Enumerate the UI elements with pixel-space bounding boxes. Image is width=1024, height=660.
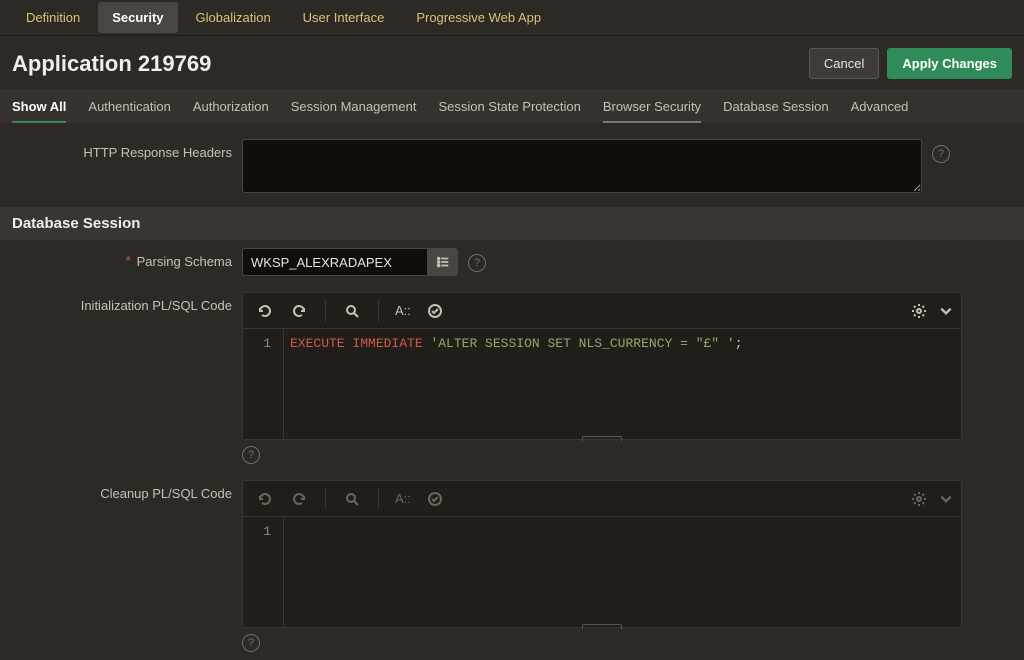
separator <box>325 300 326 322</box>
editor-toolbar: A:: <box>243 481 961 517</box>
subtab-browser-security[interactable]: Browser Security <box>603 91 701 122</box>
row-parsing-schema: Parsing Schema ? <box>0 240 1024 284</box>
help-icon[interactable]: ? <box>468 254 486 272</box>
parsing-schema-lov-button[interactable] <box>428 248 458 276</box>
chevron-down-icon <box>939 491 953 507</box>
help-icon[interactable]: ? <box>242 446 260 464</box>
subtab-session-state-protection[interactable]: Session State Protection <box>438 91 580 122</box>
text-size-button[interactable]: A:: <box>391 491 415 506</box>
redo-button[interactable] <box>285 485 313 513</box>
cleanup-code-editor[interactable]: A:: 1 <box>242 480 962 628</box>
code-area[interactable]: 1 <box>243 517 961 627</box>
chevron-down-icon <box>939 303 953 319</box>
apply-changes-button[interactable]: Apply Changes <box>887 48 1012 79</box>
code-text[interactable] <box>283 517 961 627</box>
code-text[interactable]: EXECUTE IMMEDIATE 'ALTER SESSION SET NLS… <box>283 329 961 439</box>
subtab-session-management[interactable]: Session Management <box>291 91 417 122</box>
subtab-authorization[interactable]: Authorization <box>193 91 269 122</box>
search-button[interactable] <box>338 297 366 325</box>
section-database-session: Database Session <box>0 207 1024 240</box>
code-area[interactable]: 1 EXECUTE IMMEDIATE 'ALTER SESSION SET N… <box>243 329 961 439</box>
separator <box>378 488 379 510</box>
search-button[interactable] <box>338 485 366 513</box>
label-http-response-headers: HTTP Response Headers <box>12 139 232 160</box>
check-circle-icon <box>427 491 443 507</box>
help-icon[interactable]: ? <box>932 145 950 163</box>
redo-icon <box>291 491 307 507</box>
gear-icon <box>911 303 927 319</box>
settings-button[interactable] <box>905 297 933 325</box>
page-header: Application 219769 Cancel Apply Changes <box>0 36 1024 89</box>
cancel-button[interactable]: Cancel <box>809 48 879 79</box>
top-tabs: Definition Security Globalization User I… <box>0 0 1024 36</box>
undo-icon <box>257 491 273 507</box>
sub-tabs: Show All Authentication Authorization Se… <box>0 89 1024 123</box>
label-cleanup-plsql: Cleanup PL/SQL Code <box>12 480 232 501</box>
settings-chevron[interactable] <box>939 297 953 325</box>
validate-button[interactable] <box>421 297 449 325</box>
search-icon <box>344 303 360 319</box>
validate-button[interactable] <box>421 485 449 513</box>
parsing-schema-combo <box>242 248 458 276</box>
tab-definition[interactable]: Definition <box>12 2 94 33</box>
check-circle-icon <box>427 303 443 319</box>
subtab-database-session[interactable]: Database Session <box>723 91 829 122</box>
row-init-plsql: Initialization PL/SQL Code A:: 1 <box>0 284 1024 472</box>
list-icon <box>436 255 450 269</box>
text-size-button[interactable]: A:: <box>391 303 415 318</box>
undo-icon <box>257 303 273 319</box>
tab-security[interactable]: Security <box>98 2 177 33</box>
http-response-headers-input[interactable] <box>242 139 922 193</box>
undo-button[interactable] <box>251 297 279 325</box>
resize-handle[interactable] <box>582 624 622 629</box>
redo-icon <box>291 303 307 319</box>
gear-icon <box>911 491 927 507</box>
help-icon[interactable]: ? <box>242 634 260 652</box>
redo-button[interactable] <box>285 297 313 325</box>
subtab-advanced[interactable]: Advanced <box>851 91 909 122</box>
parsing-schema-input[interactable] <box>242 248 428 276</box>
settings-button[interactable] <box>905 485 933 513</box>
row-http-response-headers: HTTP Response Headers ? <box>0 131 1024 201</box>
gutter: 1 <box>243 329 283 439</box>
separator <box>325 488 326 510</box>
gutter: 1 <box>243 517 283 627</box>
page-title: Application 219769 <box>12 51 211 77</box>
label-parsing-schema: Parsing Schema <box>12 248 232 269</box>
search-icon <box>344 491 360 507</box>
subtab-show-all[interactable]: Show All <box>12 91 66 122</box>
undo-button[interactable] <box>251 485 279 513</box>
subtab-authentication[interactable]: Authentication <box>88 91 170 122</box>
init-code-editor[interactable]: A:: 1 EXECUTE IMMEDIATE 'ALTER SESSION S… <box>242 292 962 440</box>
tab-globalization[interactable]: Globalization <box>182 2 285 33</box>
resize-handle[interactable] <box>582 436 622 441</box>
tab-user-interface[interactable]: User Interface <box>289 2 399 33</box>
editor-toolbar: A:: <box>243 293 961 329</box>
label-init-plsql: Initialization PL/SQL Code <box>12 292 232 313</box>
row-cleanup-plsql: Cleanup PL/SQL Code A:: 1 <box>0 472 1024 660</box>
separator <box>378 300 379 322</box>
form-area: HTTP Response Headers ? Database Session… <box>0 123 1024 660</box>
header-buttons: Cancel Apply Changes <box>809 48 1012 79</box>
settings-chevron[interactable] <box>939 485 953 513</box>
tab-pwa[interactable]: Progressive Web App <box>402 2 555 33</box>
